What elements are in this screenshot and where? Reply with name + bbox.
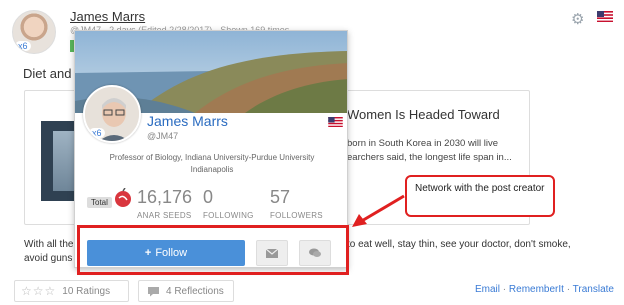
profile-name[interactable]: James Marrs [147,113,228,129]
stat-anar-seeds: 16,176 ANAR SEEDS [137,187,192,220]
profile-handle: @JM47 [147,131,179,141]
ratings-button[interactable]: ☆☆☆ 10 Ratings [14,280,129,302]
following-label: FOLLOWING [203,211,254,220]
annotation-callout: Network with the post creator [405,175,555,217]
profile-avatar[interactable]: x6 [83,85,141,143]
stat-followers[interactable]: 57 FOLLOWERS [270,187,323,220]
article-snippet: born in South Korea in 2030 will live [347,138,499,149]
us-flag-icon [597,11,613,22]
article-snippet: earchers said, the longest life span in.… [347,152,512,163]
total-tag: Total [87,197,112,208]
post-author-name[interactable]: James Marrs [70,9,145,24]
annotation-highlight-box [77,225,349,275]
post-author-avatar[interactable]: x6 [12,10,56,54]
post-body-text: avoid guns [24,253,73,264]
translate-link[interactable]: Translate [573,284,614,295]
post-actions: Email · RememberIt · Translate [475,284,614,295]
seeds-label: ANAR SEEDS [137,211,192,220]
comment-icon [148,286,159,296]
following-count: 0 [203,187,214,207]
separator: · [502,284,507,295]
post-title: Diet and [23,66,72,81]
post-body-text: With all the [24,239,74,250]
seeds-count: 16,176 [137,187,193,207]
article-heading[interactable]: Women Is Headed Toward [347,107,500,122]
post-body-text: to eat well, stay thin, see your doctor,… [347,239,571,250]
rememberit-link[interactable]: RememberIt [509,284,564,295]
separator: · [566,284,571,295]
email-link[interactable]: Email [475,284,500,295]
profile-bio: Professor of Biology, Indiana University… [109,153,315,174]
ratings-label: 10 Ratings [62,285,111,297]
reflections-button[interactable]: 4 Reflections [138,280,234,302]
reflections-label: 4 Reflections [166,285,224,297]
us-flag-icon [328,117,343,127]
annotation-arrow [352,194,405,227]
followers-label: FOLLOWERS [270,211,323,220]
followers-count: 57 [270,187,291,207]
avatar-badge: x6 [89,128,105,138]
avatar-badge: x6 [15,41,31,51]
seed-icon [115,188,131,207]
stat-following[interactable]: 0 FOLLOWING [203,187,254,220]
star-icon: ☆☆☆ [21,284,57,298]
gear-icon[interactable]: ⚙ [571,10,584,28]
